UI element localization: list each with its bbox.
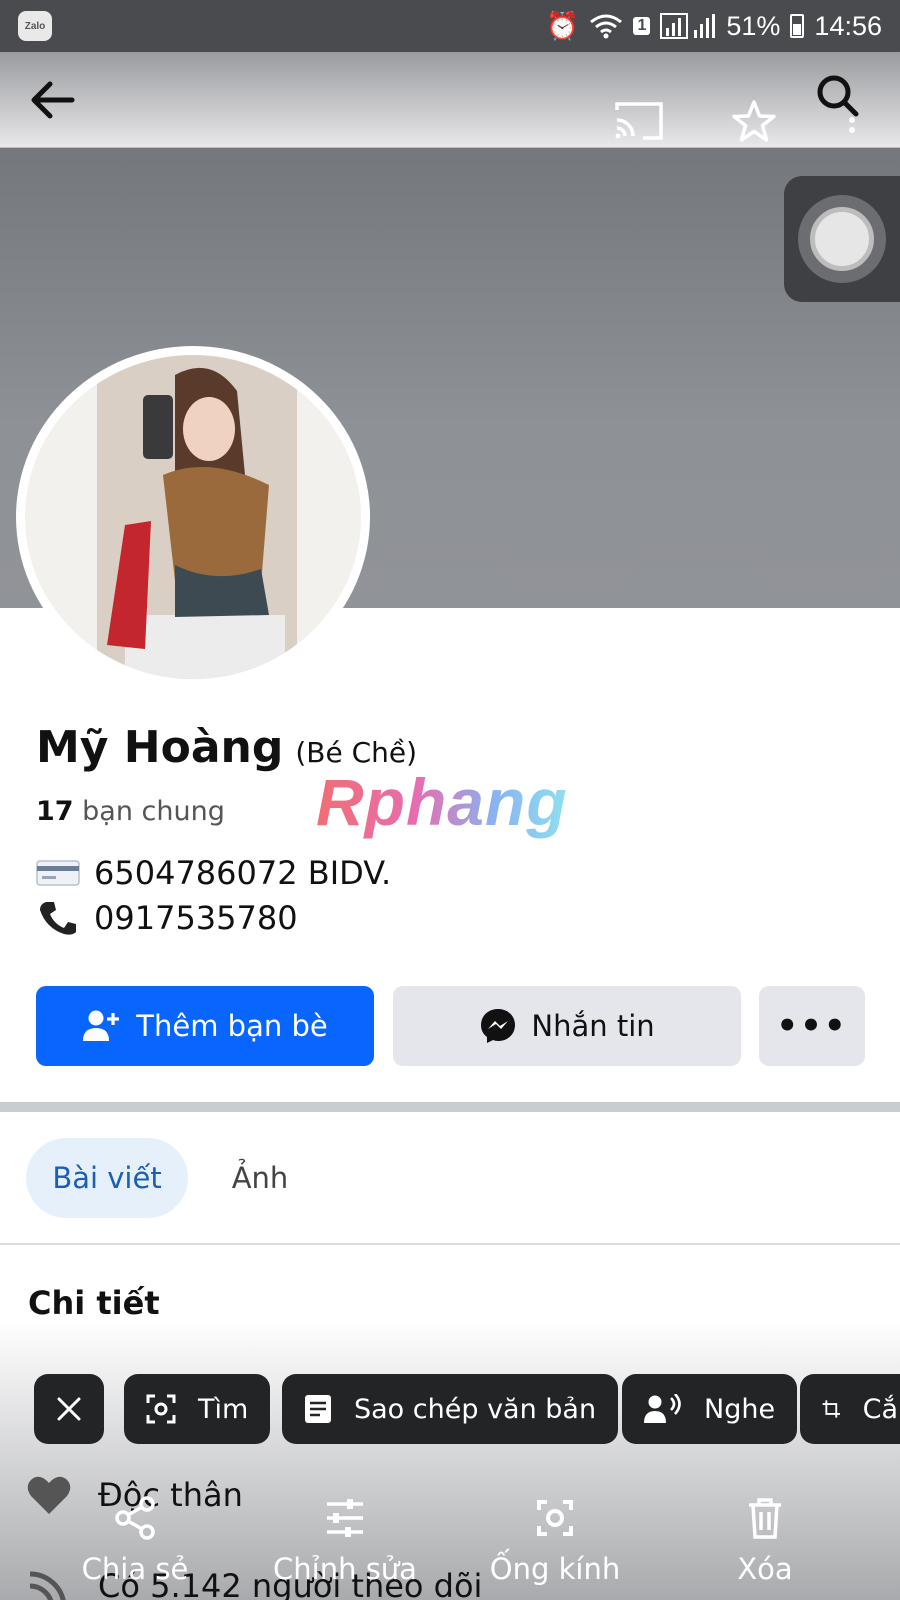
- edit-action[interactable]: Chỉnh sửa: [260, 1496, 430, 1586]
- sim-slot-badge: 1: [633, 17, 651, 35]
- clock: 14:56: [814, 10, 882, 41]
- delete-action[interactable]: Xóa: [680, 1496, 850, 1586]
- search-chip-button[interactable]: Tìm: [124, 1374, 271, 1444]
- google-lens-icon: [537, 1500, 573, 1536]
- phone-number-text: 0917535780: [94, 899, 298, 937]
- bank-account-text: 6504786072 BIDV.: [94, 854, 392, 892]
- mutual-friends-label: bạn chung: [82, 796, 225, 827]
- assistive-touch-ring: [798, 195, 886, 283]
- message-label: Nhắn tin: [531, 1009, 655, 1043]
- copy-text-chip-label: Sao chép văn bản: [354, 1393, 597, 1425]
- message-button[interactable]: Nhắn tin: [393, 986, 741, 1066]
- profile-avatar[interactable]: [16, 346, 370, 688]
- listen-chip-button[interactable]: Nghe: [622, 1374, 798, 1444]
- lens-label: Ống kính: [489, 1552, 621, 1586]
- close-chip-button[interactable]: [34, 1374, 104, 1444]
- assistive-touch-button[interactable]: [784, 176, 900, 302]
- battery-percent: 51%: [726, 10, 781, 41]
- more-options-button[interactable]: •••: [759, 986, 865, 1066]
- wifi-icon: [590, 14, 623, 39]
- document-text-icon: [305, 1395, 331, 1423]
- crop-chip-button[interactable]: Cắ: [800, 1374, 900, 1444]
- mutual-friends-count: 17: [36, 796, 74, 827]
- speaker-person-icon: [644, 1394, 681, 1423]
- battery-icon: [790, 14, 805, 38]
- back-arrow-icon[interactable]: [22, 70, 82, 130]
- tab-posts[interactable]: Bài viết: [26, 1138, 188, 1218]
- alarm-icon: ⏰: [545, 11, 580, 41]
- crop-chip-label: Cắ: [862, 1393, 898, 1425]
- sliders-icon: [327, 1499, 363, 1537]
- cast-icon[interactable]: [604, 96, 674, 146]
- zalo-notification-icon: Zalo: [18, 11, 52, 41]
- copy-text-chip-button[interactable]: Sao chép văn bản: [282, 1374, 619, 1444]
- profile-name: Mỹ Hoàng: [36, 722, 284, 773]
- mutual-friends[interactable]: 17 bạn chung: [36, 796, 225, 827]
- share-action[interactable]: Chia sẻ: [50, 1496, 220, 1586]
- share-icon: [115, 1496, 155, 1540]
- credit-card-icon: [36, 860, 80, 886]
- telephone-icon: [40, 902, 76, 935]
- add-friend-button[interactable]: Thêm bạn bè: [36, 986, 374, 1066]
- details-heading: Chi tiết: [28, 1284, 160, 1322]
- lens-action[interactable]: Ống kính: [470, 1496, 640, 1586]
- watermark-logo: Rphang: [316, 765, 568, 839]
- phone-line: 0917535780: [36, 898, 298, 938]
- lens-search-icon: [146, 1394, 176, 1424]
- section-divider: [0, 1102, 900, 1112]
- crop-icon: [822, 1400, 840, 1418]
- top-nav-bar: [0, 52, 900, 148]
- add-friend-icon: [83, 1010, 120, 1041]
- signal-icon: [660, 13, 716, 39]
- status-bar: Zalo ⏰ 1 51% 14:56: [0, 0, 900, 52]
- bank-info-line: 6504786072 BIDV.: [36, 854, 391, 892]
- assistive-touch-dot: [810, 207, 874, 271]
- share-label: Chia sẻ: [81, 1552, 189, 1586]
- tabs-divider: [0, 1243, 900, 1245]
- tab-photos[interactable]: Ảnh: [210, 1138, 310, 1218]
- add-friend-label: Thêm bạn bè: [136, 1009, 328, 1043]
- listen-chip-label: Nghe: [704, 1393, 776, 1425]
- delete-label: Xóa: [737, 1552, 793, 1586]
- search-chip-label: Tìm: [198, 1393, 249, 1425]
- search-icon[interactable]: [808, 70, 868, 140]
- star-icon[interactable]: [724, 92, 784, 152]
- messenger-icon: [481, 1009, 516, 1043]
- avatar-photo: [25, 355, 361, 679]
- close-icon: [57, 1397, 81, 1421]
- edit-label: Chỉnh sửa: [273, 1552, 417, 1586]
- trash-icon: [749, 1498, 781, 1539]
